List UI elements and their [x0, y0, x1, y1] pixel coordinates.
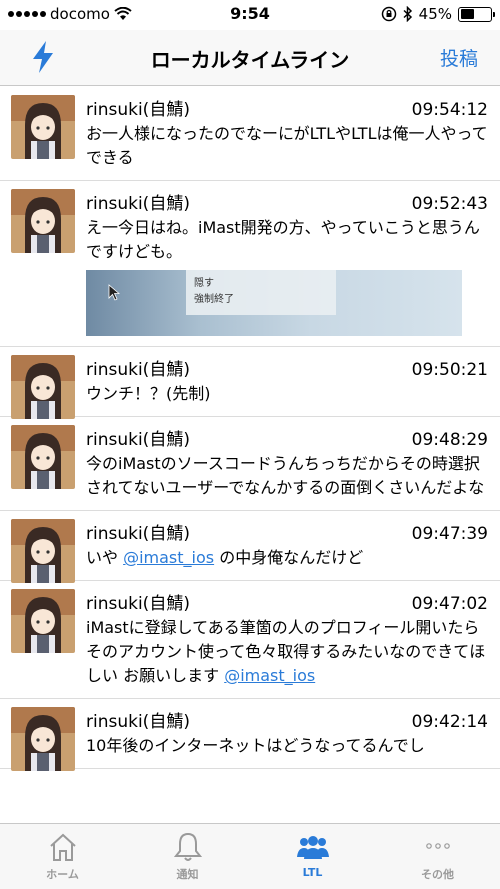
author-name: rinsuki(自鯖) — [86, 594, 190, 614]
post-time: 09:47:02 — [411, 594, 488, 614]
post-time: 09:42:14 — [411, 712, 488, 732]
media-text-line: 強制終了 — [194, 294, 234, 305]
media-thumbnail[interactable]: 隠す 強制終了 — [86, 270, 462, 336]
tab-ltl[interactable]: LTL — [250, 824, 375, 889]
tab-label: LTL — [302, 866, 323, 879]
avatar[interactable] — [11, 589, 75, 653]
home-icon — [49, 833, 76, 861]
author-name: rinsuki(自鯖) — [86, 430, 190, 450]
author-name: rinsuki(自鯖) — [86, 194, 190, 214]
avatar[interactable] — [11, 519, 75, 583]
post-button[interactable]: 投稿 — [440, 44, 478, 71]
page-title: ローカルタイムライン — [150, 48, 350, 72]
avatar-image — [11, 707, 75, 771]
tab-label: その他 — [421, 868, 454, 881]
battery-icon — [458, 6, 495, 22]
timeline-list[interactable]: rinsuki(自鯖) 09:54:12 お一人様になったのでなーにがLTLやL… — [0, 87, 500, 823]
avatar-image — [11, 425, 75, 489]
timeline-post[interactable]: rinsuki(自鯖) 09:48:29 今のiMastのソースコードうんちっち… — [0, 417, 500, 511]
status-bar: docomo 9:54 45% — [0, 0, 500, 30]
battery-percent: 45% — [418, 5, 452, 23]
timeline-post[interactable]: rinsuki(自鯖) 09:50:21 ウンチ！？(先制) — [0, 347, 500, 419]
avatar-image — [11, 589, 75, 653]
post-text: の中身俺なんだけど — [214, 548, 364, 567]
avatar[interactable] — [11, 95, 75, 159]
avatar-image — [11, 355, 75, 419]
status-indicators: 45% — [381, 5, 495, 23]
tab-home[interactable]: ホーム — [0, 824, 125, 889]
users-icon — [296, 836, 329, 859]
post-body: iMastに登録してある筆箇の人のプロフィール開いたらそのアカウント使って色々取… — [86, 616, 488, 688]
post-body: お一人様になったのでなーにがLTLやLTLは俺一人やってできる — [86, 124, 488, 167]
tab-label: ホーム — [46, 868, 79, 881]
timeline-post[interactable]: rinsuki(自鯖) 09:54:12 お一人様になったのでなーにがLTLやL… — [0, 87, 500, 181]
avatar[interactable] — [11, 189, 75, 253]
bluetooth-icon — [403, 6, 412, 22]
post-text: いや — [86, 548, 124, 567]
tab-bar: ホーム 通知 LTL その他 — [0, 823, 500, 889]
navigation-bar: ローカルタイムライン 投稿 — [0, 30, 500, 86]
avatar-image — [11, 519, 75, 583]
post-time: 09:52:43 — [411, 194, 488, 214]
avatar-image — [11, 189, 75, 253]
author-name: rinsuki(自鯖) — [86, 100, 190, 120]
post-body: え一今日はね。iMast開発の方、やっていこうと思うんですけども。 — [86, 218, 480, 261]
avatar-image — [11, 95, 75, 159]
avatar[interactable] — [11, 707, 75, 771]
author-name: rinsuki(自鯖) — [86, 524, 190, 544]
post-body: いや @imast_ios の中身俺なんだけど — [86, 546, 488, 570]
media-text-line: 隠す — [194, 278, 214, 289]
cursor-icon — [108, 284, 120, 301]
post-time: 09:47:39 — [411, 524, 488, 544]
post-time: 09:48:29 — [411, 430, 488, 450]
mention-link[interactable]: @imast_ios — [123, 548, 214, 567]
tab-notifications[interactable]: 通知 — [125, 824, 250, 889]
author-name: rinsuki(自鯖) — [86, 712, 190, 732]
rotation-lock-icon — [381, 6, 396, 22]
post-body: ウンチ！？(先制) — [86, 384, 211, 403]
post-time: 09:54:12 — [411, 100, 488, 120]
timeline-post[interactable]: rinsuki(自鯖) 09:52:43 え一今日はね。iMast開発の方、やっ… — [0, 181, 500, 347]
author-name: rinsuki(自鯖) — [86, 360, 190, 380]
mention-link[interactable]: @imast_ios — [224, 666, 315, 685]
timeline-post[interactable]: rinsuki(自鯖) 09:42:14 10年後のインターネットはどうなってる… — [0, 699, 500, 771]
tab-more[interactable]: その他 — [375, 824, 500, 889]
tab-label: 通知 — [176, 868, 199, 881]
bell-icon — [173, 832, 202, 861]
post-time: 09:50:21 — [411, 360, 488, 380]
timeline-post[interactable]: rinsuki(自鯖) 09:47:02 iMastに登録してある筆箇の人のプロ… — [0, 581, 500, 699]
more-icon — [425, 843, 450, 849]
avatar[interactable] — [11, 425, 75, 489]
post-body: 今のiMastのソースコードうんちっちだからその時選択されてないユーザーでなんか… — [86, 454, 485, 497]
post-body: 10年後のインターネットはどうなってるんでし — [86, 736, 425, 755]
timeline-post[interactable]: rinsuki(自鯖) 09:47:39 いや @imast_ios の中身俺な… — [0, 511, 500, 583]
avatar[interactable] — [11, 355, 75, 419]
